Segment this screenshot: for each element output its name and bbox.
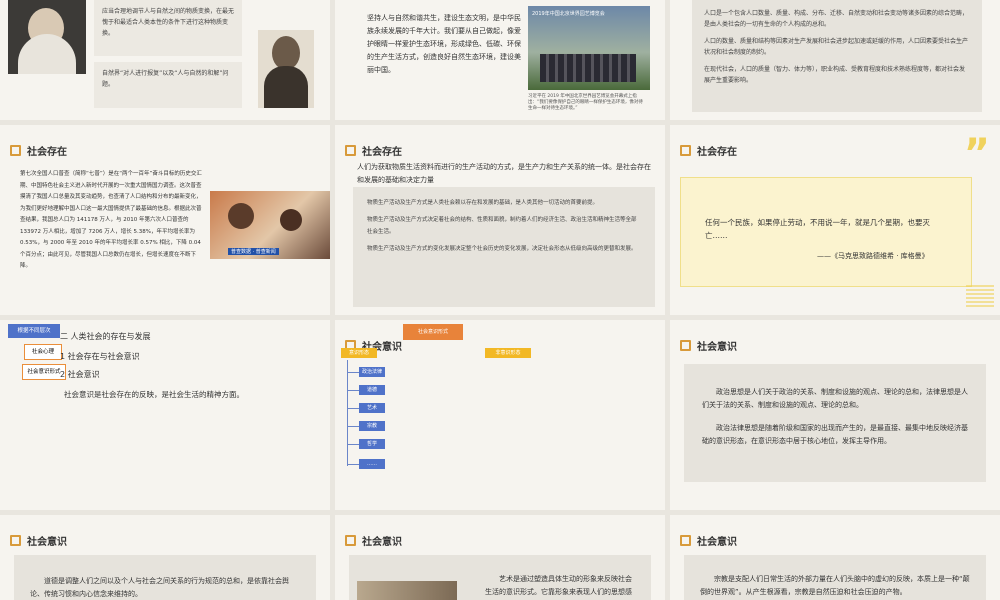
production-box: 物质生产活动及生产方式是人类社会赖以存在和发展的基础，是人类其他一切活动的首要前… — [353, 187, 655, 307]
square-icon — [345, 535, 356, 546]
level-tag: 根据不同层次 — [8, 324, 60, 338]
slide3-line-2: 人口的数量、质量和结构等因素对生产发展和社会进步起加速或延缓的作用，人口因素要受… — [704, 38, 969, 56]
slide-5[interactable]: 社会存在 人们为获取物质生活资料而进行的生产活动的方式，是生产力和生产关系的统一… — [335, 125, 665, 315]
marx-portrait — [8, 0, 86, 74]
slide10-text: 道德是调整人们之间以及个人与社会之间关系的行为规范的总和，是依靠社会舆论、传统习… — [30, 577, 289, 598]
art-photo — [357, 581, 457, 600]
tree-line-3 — [347, 408, 359, 409]
tree-line-1 — [347, 372, 359, 373]
slide11-title-text: 社会意识 — [362, 537, 402, 548]
expo-caption: 习近平在 2019 年中国北京世界园艺博览会开幕式上指出：“我们要像保护自己的眼… — [528, 94, 643, 111]
slide-1[interactable]: 应当合理地调节人与自然之间的物质变换，在最无愧于和最适合人类本性的条件下进行这种… — [0, 0, 330, 120]
slide11-text: 艺术是通过塑造具体生动的形象来反映社会生活的意识形式。它靠形象来表现人们的思想感… — [485, 575, 632, 596]
tree-line-6 — [347, 464, 359, 465]
slide6-quote: 任何一个民族，如果停止劳动，不用说一年，就是几个星期，也要灭亡…… — [705, 218, 930, 240]
quote-mark-icon: ” — [963, 131, 990, 177]
slide-10[interactable]: 社会意识 道德是调整人们之间以及个人与社会之间关系的行为规范的总和，是依靠社会舆… — [0, 515, 330, 600]
slide5-intro: 人们为获取物质生活资料而进行的生产活动的方式，是生产力和生产关系的统一体。是社会… — [357, 163, 651, 184]
slide7-line-2: 1 社会存在与社会意识 — [60, 352, 140, 361]
slide5-line-2: 物质生产活动及生产方式决定着社会的结构、性质和面貌，制约着人们的经济生活、政治生… — [367, 217, 637, 235]
tree-line-5 — [347, 444, 359, 445]
slide-8[interactable]: 社会意识 社会意识形式 意识形态 非意识形态 政治法律 道德 艺术 宗教 哲学 … — [335, 320, 665, 510]
slide7-line-3: 2 社会意识 — [60, 370, 100, 379]
slide4-title: 社会存在 — [10, 143, 67, 158]
slide3-line-3: 在现代社会，人口的质量（智力、体力等），职业构成、受教育程度和技术熟练程度等，都… — [704, 66, 966, 84]
census-photo-caption: 普查数据 · 普查新闻 — [228, 248, 279, 255]
slide5-title-text: 社会存在 — [362, 147, 402, 158]
form-tag-top: 社会意识形式 — [403, 324, 463, 340]
dot-pattern — [966, 285, 994, 307]
quote-box-2: 自然界“对人进行报复”以及“人与自然的和解”问题。 — [94, 62, 242, 108]
expo-banner: 2019年中国北京世界园艺博览会 — [532, 11, 605, 17]
tree-line-v — [347, 360, 348, 466]
square-icon — [10, 535, 21, 546]
population-box: 人口是一个包含人口数量、质量、构成、分布、迁移、自然变动和社会变动等诸多因素的综… — [692, 0, 982, 112]
expo-photo: 2019年中国北京世界园艺博览会 — [528, 6, 650, 90]
slide6-source: ——《马克思致路德维希 · 库格曼》 — [817, 252, 929, 260]
slide12-title: 社会意识 — [680, 533, 737, 548]
square-icon — [680, 340, 691, 351]
slide2-text: 坚持人与自然和谐共生，建设生态文明，是中华民族永续发展的千年大计。我们要从自己做… — [367, 14, 521, 74]
slide10-title: 社会意识 — [10, 533, 67, 548]
item-art: 艺术 — [359, 403, 385, 413]
morality-box: 道德是调整人们之间以及个人与社会之间关系的行为规范的总和，是依靠社会舆论、传统习… — [14, 555, 316, 600]
level-tag-text: 根据不同层次 — [17, 328, 51, 334]
square-icon — [345, 145, 356, 156]
quote-card: 任何一个民族，如果停止劳动，不用说一年，就是几个星期，也要灭亡…… ——《马克思… — [680, 177, 972, 287]
item-religion: 宗教 — [359, 421, 385, 431]
census-photo: 普查数据 · 普查新闻 — [210, 191, 330, 259]
census-text: 第七次全国人口普查（简称“七普”）是在“两个一百年”奋斗目标的历史交汇期、中国特… — [20, 171, 202, 269]
item-morality: 道德 — [359, 385, 385, 395]
slide1-text1: 应当合理地调节人与自然之间的物质变换，在最无愧于和最适合人类本性的条件下进行这种… — [102, 8, 235, 37]
slide7-para: 社会意识是社会存在的反映，是社会生活的精神方面。 — [64, 390, 244, 399]
item-more: …… — [359, 459, 385, 469]
slide5-line-1: 物质生产活动及生产方式是人类社会赖以存在和发展的基础，是人类其他一切活动的首要前… — [367, 200, 599, 206]
psych-tag: 社会心理 — [24, 344, 62, 360]
tree-line-2 — [347, 390, 359, 391]
slide12-text: 宗教是支配人们日常生活的外部力量在人们头脑中的虚幻的反映，本质上是一种“颠倒的世… — [700, 575, 970, 596]
slide7-line-1: 二 人类社会的存在与发展 — [60, 332, 151, 341]
square-icon — [10, 145, 21, 156]
slide-6[interactable]: 社会存在 ” 任何一个民族，如果停止劳动，不用说一年，就是几个星期，也要灭亡……… — [670, 125, 1000, 315]
religion-box: 宗教是支配人们日常生活的外部力量在人们头脑中的虚幻的反映，本质上是一种“颠倒的世… — [684, 555, 986, 600]
slide-9[interactable]: 社会意识 政治思想是人们关于政治的关系、制度和设施的观点、理论的总和，法律思想是… — [670, 320, 1000, 510]
slide6-title: 社会存在 — [680, 143, 737, 158]
slide10-title-text: 社会意识 — [27, 537, 67, 548]
slide9-p2: 政治法律思想是随着阶级和国家的出现而产生的，是最直接、最集中地反映经济基础的意识… — [702, 424, 968, 445]
politics-box: 政治思想是人们关于政治的关系、制度和设施的观点、理论的总和，法律思想是人们关于法… — [684, 364, 986, 482]
slide3-line-1: 人口是一个包含人口数量、质量、构成、分布、迁移、自然变动和社会变动等诸多因素的综… — [704, 10, 969, 28]
slide1-text2: 自然界“对人进行报复”以及“人与自然的和解”问题。 — [102, 70, 229, 88]
item-philosophy: 哲学 — [359, 439, 385, 449]
square-icon — [680, 145, 691, 156]
square-icon — [680, 535, 691, 546]
slide9-p1: 政治思想是人们关于政治的关系、制度和设施的观点、理论的总和，法律思想是人们关于法… — [702, 388, 968, 409]
slide-2[interactable]: 坚持人与自然和谐共生，建设生态文明，是中华民族永续发展的千年大计。我们要从自己做… — [335, 0, 665, 120]
slide9-title-text: 社会意识 — [697, 342, 737, 353]
slide5-line-3: 物质生产活动及生产方式的变化发展决定整个社会历史的变化发展，决定社会形态从低级向… — [367, 246, 637, 252]
psych-tag-text: 社会心理 — [31, 349, 54, 355]
slide-7[interactable]: 根据不同层次 社会心理 社会意识形式 二 人类社会的存在与发展 1 社会存在与社… — [0, 320, 330, 510]
ideology-tag: 意识形态 — [341, 348, 377, 358]
engels-portrait — [258, 30, 314, 108]
quote-box-1: 应当合理地调节人与自然之间的物质变换，在最无愧于和最适合人类本性的条件下进行这种… — [94, 0, 242, 56]
slide4-title-text: 社会存在 — [27, 147, 67, 158]
tree-line-4 — [347, 426, 359, 427]
slide6-title-text: 社会存在 — [697, 147, 737, 158]
slide12-title-text: 社会意识 — [697, 537, 737, 548]
slide5-title: 社会存在 — [345, 143, 402, 158]
slide11-title: 社会意识 — [345, 533, 402, 548]
slide9-title: 社会意识 — [680, 338, 737, 353]
item-politics: 政治法律 — [359, 367, 385, 377]
slide-11[interactable]: 社会意识 艺术是通过塑造具体生动的形象来反映社会生活的意识形式。它靠形象来表现人… — [335, 515, 665, 600]
slide-3[interactable]: 人口是一个包含人口数量、质量、构成、分布、迁移、自然变动和社会变动等诸多因素的综… — [670, 0, 1000, 120]
non-ideology-tag: 非意识形态 — [485, 348, 531, 358]
form-tag-text: 社会意识形式 — [27, 369, 61, 375]
slide-12[interactable]: 社会意识 宗教是支配人们日常生活的外部力量在人们头脑中的虚幻的反映，本质上是一种… — [670, 515, 1000, 600]
slide-4[interactable]: 社会存在 第七次全国人口普查（简称“七普”）是在“两个一百年”奋斗目标的历史交汇… — [0, 125, 330, 315]
